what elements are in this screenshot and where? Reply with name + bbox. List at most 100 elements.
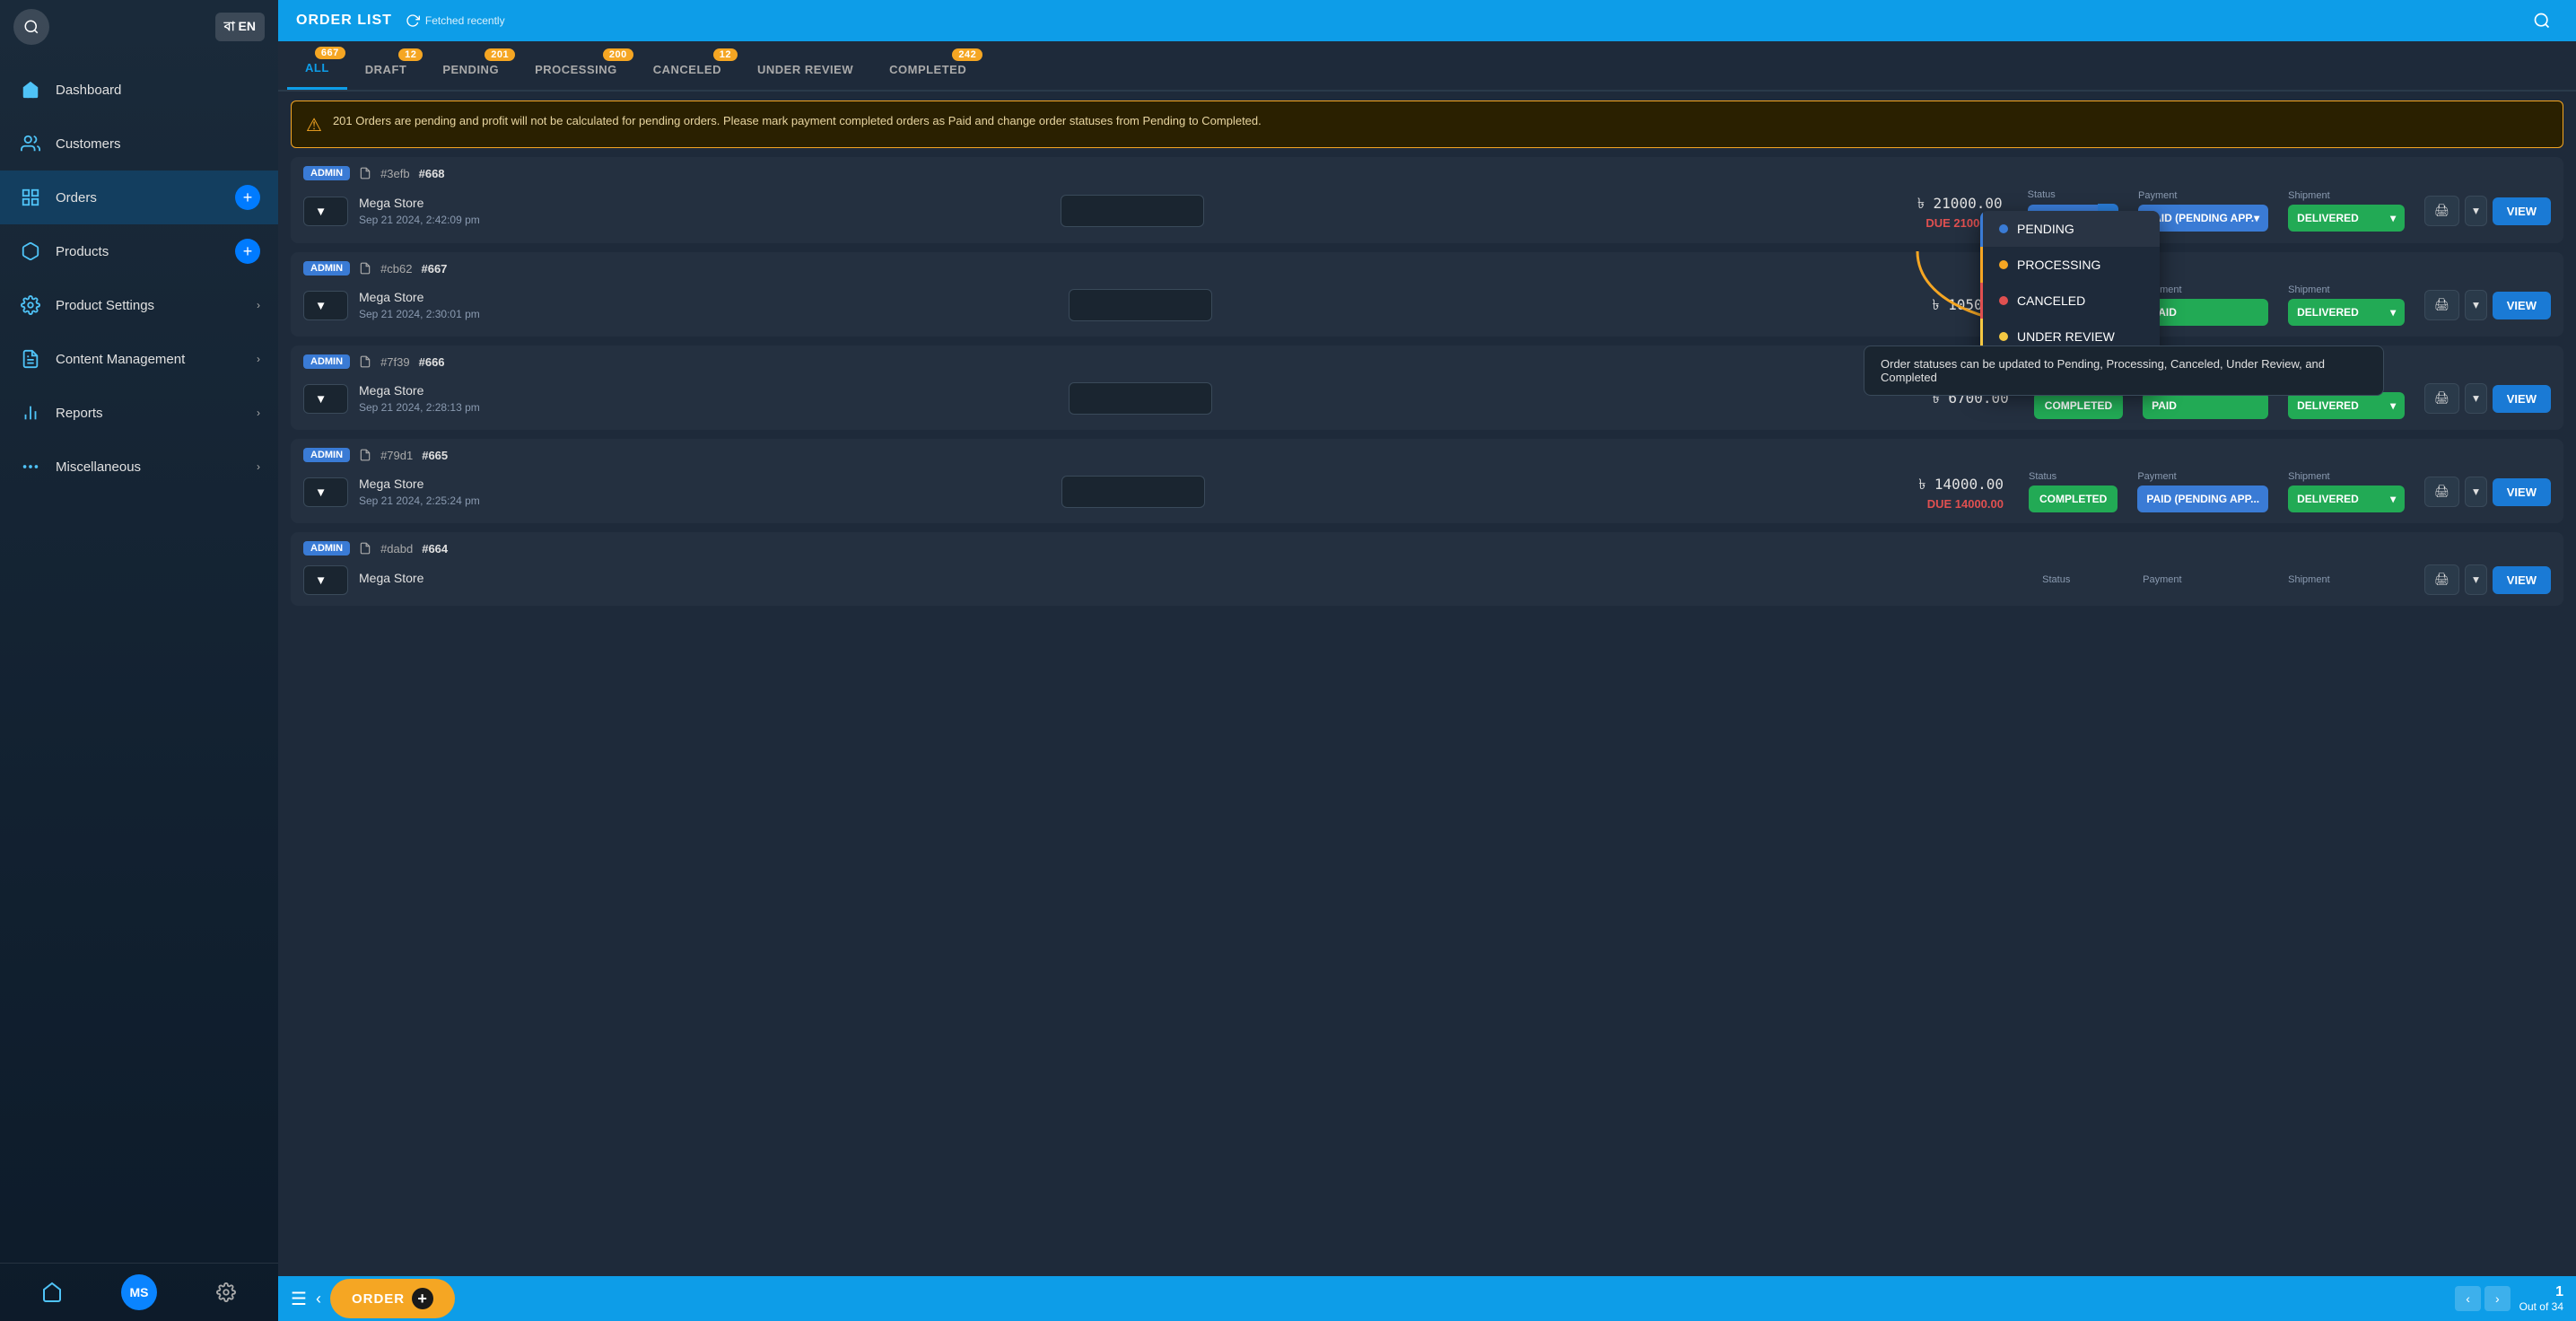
hamburger-menu-btn[interactable]: ☰	[291, 1288, 307, 1310]
status-section: Status	[2042, 574, 2123, 585]
order-header: ADMIN #3efb #668	[291, 157, 2563, 189]
warning-icon: ⚠	[306, 114, 322, 136]
view-btn[interactable]: VIEW	[2493, 478, 2551, 506]
sidebar-item-dashboard[interactable]: Dashboard	[0, 63, 278, 117]
status-btn[interactable]: COMPLETED	[2034, 392, 2123, 419]
payment-section: Payment PAID	[2143, 284, 2268, 326]
order-note-input[interactable]	[1069, 382, 1212, 415]
view-btn[interactable]: VIEW	[2493, 566, 2551, 594]
status-btn[interactable]: COMPLETED	[2029, 486, 2118, 512]
new-order-btn[interactable]: ORDER +	[330, 1279, 455, 1318]
order-note-input[interactable]	[1061, 195, 1204, 227]
more-btn[interactable]: ▾	[2465, 477, 2487, 507]
print-btn[interactable]: 🖨	[2424, 383, 2459, 414]
sidebar-item-label: Customers	[56, 136, 260, 152]
sidebar-item-label: Dashboard	[56, 83, 260, 98]
sidebar-search-btn[interactable]	[13, 9, 49, 45]
order-select-btn[interactable]: ▼	[303, 197, 348, 226]
shipment-btn[interactable]: DELIVERED ▾	[2288, 486, 2405, 512]
view-btn[interactable]: VIEW	[2493, 197, 2551, 225]
shipment-btn[interactable]: DELIVERED ▾	[2288, 392, 2405, 419]
chevron-right-icon: ›	[257, 299, 260, 311]
payment-label: Payment	[2137, 471, 2268, 482]
current-page: 1	[2519, 1284, 2563, 1300]
payment-btn[interactable]: PAID	[2143, 299, 2268, 326]
order-id-short: #3efb	[380, 167, 410, 180]
order-note-input[interactable]	[1061, 476, 1205, 508]
tab-pending-label: PENDING	[442, 63, 499, 76]
order-id-short: #79d1	[380, 449, 413, 462]
avatar[interactable]: MS	[121, 1274, 157, 1310]
order-icon	[359, 167, 371, 179]
order-store-info: Mega Store Sep 21 2024, 2:42:09 pm	[359, 196, 1050, 226]
orders-add-btn[interactable]: +	[235, 185, 260, 210]
shipment-btn[interactable]: DELIVERED ▾	[2288, 299, 2405, 326]
tab-processing-label: PROCESSING	[535, 63, 617, 76]
order-id-full: #668	[419, 167, 445, 180]
print-btn[interactable]: 🖨	[2424, 196, 2459, 226]
pagination-info: 1 Out of 34	[2519, 1284, 2563, 1313]
shipment-text: DELIVERED	[2297, 493, 2359, 505]
view-btn[interactable]: VIEW	[2493, 292, 2551, 319]
more-btn[interactable]: ▾	[2465, 290, 2487, 320]
back-btn[interactable]: ‹	[316, 1290, 321, 1308]
print-btn[interactable]: 🖨	[2424, 477, 2459, 507]
tab-under-review[interactable]: UNDER REVIEW	[739, 43, 871, 89]
payment-btn[interactable]: PAID	[2143, 392, 2268, 419]
sidebar-item-orders[interactable]: Orders +	[0, 171, 278, 224]
sidebar-item-content-management[interactable]: Content Management ›	[0, 332, 278, 386]
order-id-full: #666	[419, 355, 445, 369]
shipment-btn[interactable]: DELIVERED ▾	[2288, 205, 2405, 232]
dropdown-item-pending[interactable]: PENDING	[1980, 211, 2160, 247]
action-btns: 🖨 ▾ VIEW	[2424, 477, 2551, 507]
tab-draft[interactable]: 12 DRAFT	[347, 43, 425, 89]
tab-processing[interactable]: 200 PROCESSING	[517, 43, 635, 89]
tab-canceled[interactable]: 12 CANCELED	[635, 43, 739, 89]
shipment-label: Shipment	[2288, 190, 2405, 201]
order-select-btn[interactable]: ▼	[303, 384, 348, 414]
order-header: ADMIN #cb62 #667	[291, 252, 2563, 284]
sidebar-item-miscellaneous[interactable]: Miscellaneous ›	[0, 440, 278, 494]
header-search-btn[interactable]	[2526, 4, 2558, 37]
sidebar-item-reports[interactable]: Reports ›	[0, 386, 278, 440]
payment-btn[interactable]: PAID (PENDING APP...	[2137, 486, 2268, 512]
dropdown-item-processing[interactable]: PROCESSING	[1980, 247, 2160, 283]
prev-page-btn[interactable]: ‹	[2455, 1286, 2481, 1311]
sidebar-item-product-settings[interactable]: Product Settings ›	[0, 278, 278, 332]
admin-badge: ADMIN	[303, 261, 350, 276]
dropdown-item-canceled[interactable]: CANCELED	[1980, 283, 2160, 319]
home-icon	[18, 77, 43, 102]
shipment-section: Shipment DELIVERED ▾	[2288, 190, 2405, 232]
order-select-btn[interactable]: ▼	[303, 565, 348, 595]
order-header: ADMIN #dabd #664	[291, 532, 2563, 564]
tab-all[interactable]: 667 ALL	[287, 41, 347, 90]
dot-processing	[1999, 260, 2008, 269]
language-selector[interactable]: বা EN	[215, 13, 265, 41]
sidebar-item-label: Product Settings	[56, 298, 257, 313]
home-bottom-btn[interactable]	[36, 1276, 68, 1308]
more-btn[interactable]: ▾	[2465, 564, 2487, 595]
tab-completed[interactable]: 242 COMPLETED	[871, 43, 984, 89]
sidebar-item-products[interactable]: Products +	[0, 224, 278, 278]
print-btn[interactable]: 🖨	[2424, 290, 2459, 320]
view-btn[interactable]: VIEW	[2493, 385, 2551, 413]
shipment-label: Shipment	[2288, 471, 2405, 482]
dropdown-item-label: UNDER REVIEW	[2017, 329, 2115, 344]
settings-icon	[18, 293, 43, 318]
order-store-info: Mega Store	[359, 571, 1190, 589]
dot-under-review	[1999, 332, 2008, 341]
more-btn[interactable]: ▾	[2465, 196, 2487, 226]
more-btn[interactable]: ▾	[2465, 383, 2487, 414]
admin-badge: ADMIN	[303, 166, 350, 180]
order-card: ADMIN #3efb #668 ▼ Mega Store Sep 21 202…	[291, 157, 2563, 243]
products-add-btn[interactable]: +	[235, 239, 260, 264]
tab-canceled-badge: 12	[713, 48, 738, 61]
settings-bottom-btn[interactable]	[210, 1276, 242, 1308]
sidebar-item-customers[interactable]: Customers	[0, 117, 278, 171]
tab-pending[interactable]: 201 PENDING	[424, 43, 517, 89]
order-select-btn[interactable]: ▼	[303, 477, 348, 507]
next-page-btn[interactable]: ›	[2484, 1286, 2511, 1311]
order-select-btn[interactable]: ▼	[303, 291, 348, 320]
order-note-input[interactable]	[1069, 289, 1212, 321]
print-btn[interactable]: 🖨	[2424, 564, 2459, 595]
